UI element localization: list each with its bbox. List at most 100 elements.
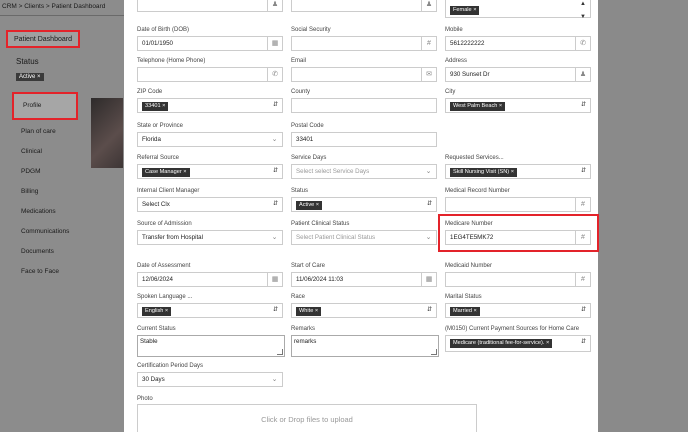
referral-tag[interactable]: Case Manager × — [142, 168, 190, 177]
top-field-1-input[interactable]: ♟ — [137, 0, 283, 12]
mrn-input[interactable]: # — [445, 197, 591, 212]
state-select[interactable]: Florida ⌄ — [137, 132, 283, 147]
field-address: Address 930 Sunset Dr ♟ — [445, 58, 591, 82]
patient-dashboard-title[interactable]: Patient Dashboard — [6, 30, 80, 48]
start-care-input[interactable]: 11/06/2024 11:03 ▦ — [291, 272, 437, 287]
service-days-select[interactable]: Select select Service Days ⌄ — [291, 164, 437, 179]
assessment-input[interactable]: 12/06/2024 ▦ — [137, 272, 283, 287]
gender-select[interactable]: Female × ▲ ▼ — [445, 0, 591, 20]
admission-select[interactable]: Transfer from Hospital ⌄ — [137, 230, 283, 245]
dob-input[interactable]: 01/01/1950 ▦ — [137, 36, 283, 51]
mobile-label: Mobile — [445, 27, 463, 33]
field-medicaid: Medicaid Number # — [445, 263, 591, 287]
marital-tag[interactable]: Married × — [450, 307, 480, 316]
chevron-down-icon: ⌄ — [425, 168, 432, 175]
address-input[interactable]: 930 Sunset Dr ♟ — [445, 67, 591, 82]
client-manager-select[interactable]: Select Clx ⇵ — [137, 197, 283, 212]
sidebar-item-plan-of-care[interactable]: Plan of care — [10, 122, 90, 142]
client-manager-value: Select Clx — [142, 201, 170, 208]
header-divider — [0, 15, 130, 16]
resize-grip-icon[interactable] — [277, 349, 283, 355]
select-caret-icon: ⇵ — [580, 168, 586, 174]
payment-sources-tag[interactable]: Medicare (traditional fee-for-service). … — [450, 339, 553, 348]
address-value: 930 Sunset Dr — [450, 71, 490, 78]
payment-sources-select[interactable]: Medicare (traditional fee-for-service). … — [445, 335, 591, 352]
field-admission: Source of Admission Transfer from Hospit… — [137, 221, 283, 245]
status-label: Status — [16, 57, 39, 66]
select-caret-icon: ⇵ — [426, 307, 432, 313]
breadcrumb[interactable]: CRM > Clients > Patient Dashboard — [2, 3, 105, 10]
city-label: City — [445, 89, 456, 95]
gender-tag[interactable]: Female × — [450, 6, 480, 15]
sidebar-item-documents[interactable]: Documents — [10, 242, 90, 262]
sidebar-item-billing[interactable]: Billing — [10, 182, 90, 202]
current-status-textarea[interactable]: Stable — [137, 335, 285, 357]
email-input[interactable]: ✉ — [291, 67, 437, 82]
language-select[interactable]: English × ⇵ — [137, 303, 283, 318]
service-days-placeholder: Select select Service Days — [296, 168, 370, 175]
field-assessment: Date of Assessment 12/06/2024 ▦ — [137, 263, 283, 287]
chevron-down-icon: ⌄ — [425, 234, 432, 241]
hash-icon: # — [575, 273, 590, 286]
field-gender: Female × ▲ ▼ — [445, 0, 591, 20]
start-care-value: 11/06/2024 11:03 — [296, 276, 344, 283]
race-select[interactable]: White × ⇵ — [291, 303, 437, 318]
sidebar-nav: Profile Plan of care Clinical PDGM Billi… — [10, 92, 90, 282]
sidebar-item-pdgm[interactable]: PDGM — [10, 162, 90, 182]
address-label: Address — [445, 58, 468, 64]
select-caret-icon: ⇵ — [580, 307, 586, 313]
dob-label: Date of Birth (DOB) — [137, 27, 190, 33]
sidebar-item-face-to-face[interactable]: Face to Face — [10, 262, 90, 282]
sidebar-item-clinical[interactable]: Clinical — [10, 142, 90, 162]
marital-select[interactable]: Married × ⇵ — [445, 303, 591, 318]
referral-select[interactable]: Case Manager × ⇵ — [137, 164, 283, 179]
zip-label: ZIP Code — [137, 89, 163, 95]
dob-value: 01/01/1950 — [142, 40, 173, 47]
field-home-phone: Telephone (Home Phone) ✆ — [137, 58, 283, 82]
home-phone-input[interactable]: ✆ — [137, 67, 283, 82]
field-referral: Referral Source Case Manager × ⇵ — [137, 155, 283, 179]
requested-services-tag[interactable]: Skill Nursing Visit (SN) × — [450, 168, 517, 177]
mobile-input[interactable]: 5612222222 ✆ — [445, 36, 591, 51]
ssn-input[interactable]: # — [291, 36, 437, 51]
state-value: Florida — [142, 136, 161, 143]
sidebar-item-profile[interactable]: Profile — [12, 92, 78, 120]
background-right — [598, 0, 688, 432]
requested-services-select[interactable]: Skill Nursing Visit (SN) × ⇵ — [445, 164, 591, 179]
remarks-textarea[interactable]: remarks — [291, 335, 439, 357]
hash-icon: # — [421, 37, 436, 50]
calendar-icon[interactable]: ▦ — [267, 273, 282, 286]
status-select[interactable]: Active × ⇵ — [291, 197, 437, 212]
cert-period-value: 30 Days — [142, 376, 165, 383]
zip-tag[interactable]: 33401 × — [142, 102, 169, 111]
calendar-icon[interactable]: ▦ — [267, 37, 282, 50]
top-field-2-input[interactable]: ♟ — [291, 0, 437, 12]
race-tag[interactable]: White × — [296, 307, 322, 316]
photo-dropzone[interactable]: Click or Drop files to upload — [137, 404, 477, 432]
resize-grip-icon[interactable] — [431, 349, 437, 355]
select-caret-icon: ⇵ — [272, 168, 278, 174]
remarks-label: Remarks — [291, 326, 316, 332]
cert-period-select[interactable]: 30 Days ⌄ — [137, 372, 283, 387]
field-county: County — [291, 89, 437, 113]
field-language: Spoken Language ... English × ⇵ — [137, 294, 283, 318]
field-current-status: Current Status Stable — [137, 326, 285, 357]
field-city: City West Palm Beach × ⇵ — [445, 89, 591, 113]
city-tag[interactable]: West Palm Beach × — [450, 102, 506, 111]
patient-photo-thumbnail — [91, 98, 123, 168]
field-ssn: Social Security # — [291, 27, 437, 51]
zip-select[interactable]: 33401 × ⇵ — [137, 98, 283, 113]
language-tag[interactable]: English × — [142, 307, 172, 316]
field-clinical-status: Patient Clinical Status Select Patient C… — [291, 221, 437, 245]
county-input[interactable] — [291, 98, 437, 113]
status-tag[interactable]: Active × — [296, 201, 323, 210]
calendar-icon[interactable]: ▦ — [421, 273, 436, 286]
medicaid-input[interactable]: # — [445, 272, 591, 287]
field-top-1: ♟ — [137, 0, 283, 12]
sidebar-item-communications[interactable]: Communications — [10, 222, 90, 242]
status-field-label: Status — [291, 188, 309, 194]
postal-input[interactable]: 33401 — [291, 132, 437, 147]
sidebar-item-medications[interactable]: Medications — [10, 202, 90, 222]
clinical-status-select[interactable]: Select Patient Clinical Status ⌄ — [291, 230, 437, 245]
city-select[interactable]: West Palm Beach × ⇵ — [445, 98, 591, 113]
